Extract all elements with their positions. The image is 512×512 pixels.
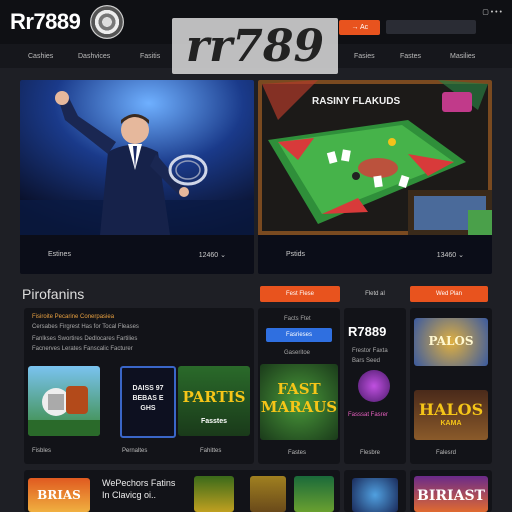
game-tile-12-text: BIRIAST (417, 488, 485, 504)
panel-right-line-3: Fasssat Fasrer (348, 412, 389, 418)
header-icon-group: ▢ • • • (482, 8, 502, 16)
panel-left-line-2: Cersabes Firgrest Has for Tocal Fleases (32, 324, 139, 330)
game-tile-3[interactable]: PARTIS Fasstes (178, 366, 250, 436)
bottom-panel-left: BRIAS WePechors Fatins In Clavicg oi.. (24, 470, 340, 512)
tab-1[interactable]: Fest Flese (260, 286, 340, 302)
hero-right-image: RASINY FLAKUDS (258, 80, 492, 235)
promo-panel-mid: Facts Ftet Fasrieses Gaseritoe FAST MARA… (258, 308, 340, 464)
header-icons-top[interactable]: ▢ • • • (482, 8, 502, 16)
game-tile-7[interactable]: BRIAS (28, 478, 90, 512)
nav-item-5[interactable]: Fasies (354, 53, 375, 60)
game-tile-1-art (28, 386, 100, 436)
promo-panel-left: Fisiroite Pecarine Conerpasiea Cersabes … (24, 308, 254, 464)
hero-left-caption: Estines (48, 251, 71, 258)
panel-right-line-2: Bars Seed (352, 358, 381, 364)
header-actions: → Ac ▢ • • • (339, 8, 502, 35)
hero-right-caption: Pstids (286, 251, 306, 258)
game-tile-6-text: HALOS (418, 400, 484, 419)
panel-left-line-3: Fanlkses Swortires Dedlocares Fartilies (32, 336, 138, 342)
game-tile-4[interactable]: FAST MARAUS (260, 364, 338, 440)
panel-left-label-2: Pernaltes (122, 448, 148, 454)
hero-left-caption-bar: Estines 12460 ⌄ (20, 235, 254, 274)
hero-right-number: 13460 (436, 251, 457, 259)
game-tile-5-text: PALOS (428, 334, 474, 348)
panel-left-line-1: Fisiroite Pecarine Conerpasiea (32, 314, 115, 320)
game-tile-3-sub: Fasstes (200, 418, 228, 425)
bottom-panel-mid (344, 470, 406, 512)
nav-item-1[interactable]: Cashies (28, 53, 53, 60)
game-tile-12[interactable]: BIRIAST (414, 476, 488, 512)
panel-mid-label: Fastes (288, 450, 307, 456)
game-tile-2[interactable]: DAISS 97 BEBAS E GHS (120, 366, 176, 438)
chevron-down-icon[interactable]: ⌄ (220, 252, 226, 259)
header-action-button[interactable]: → Ac (339, 20, 381, 35)
game-tile-2-text: DAISS 97 BEBAS E GHS (132, 385, 164, 412)
hero-left-number: 12460 (198, 251, 219, 259)
panel-right-line-1: Frestor Faxta (352, 348, 388, 354)
hero-right-value: 13460 ⌄ (437, 251, 464, 259)
nav-item-6[interactable]: Fastes (400, 53, 421, 60)
game-tile-6-sub: KAMA (440, 420, 462, 427)
hero-left-value: 12460 ⌄ (199, 251, 226, 259)
game-tile-5[interactable]: PALOS (414, 318, 488, 366)
panel-mid-line-1: Facts Ftet (284, 316, 311, 322)
panel-mid-line-2: Gaseritoe (284, 350, 311, 356)
game-tile-10[interactable] (294, 476, 334, 512)
bottom-title-2: In Clavicg oi.. (102, 490, 157, 500)
panel-left-label-1: Fisbles (32, 448, 52, 454)
chevron-down-icon[interactable]: ⌄ (458, 252, 464, 259)
promo-panel-right-2: PALOS HALOS KAMA Falesrd (410, 308, 492, 464)
panel-right-label: Flesbre (360, 450, 381, 456)
panel-left-label-3: Fahittes (200, 448, 222, 454)
game-tile-11[interactable] (352, 478, 398, 512)
hero-right-title: RASINY FLAKUDS (312, 96, 400, 107)
hero-card-right[interactable]: RASINY FLAKUDS Pstids 13460 ⌄ (258, 80, 492, 274)
game-tile-4-text: FAST MARAUS (260, 380, 338, 416)
game-tile-8[interactable] (194, 476, 234, 512)
game-badge-icon[interactable] (358, 370, 390, 402)
bottom-title-1: WePechors Fatins (102, 478, 176, 488)
nav-item-7[interactable]: Masilies (450, 53, 475, 60)
game-tile-6[interactable]: HALOS KAMA (414, 390, 488, 440)
tab-3[interactable]: Wed Plan (410, 286, 488, 302)
panel-right-2-label: Falesrd (436, 450, 457, 456)
promo-panel-right-1: R7889 Frestor Faxta Bars Seed Fasssat Fa… (344, 308, 406, 464)
hero-right-caption-bar: Pstids 13460 ⌄ (258, 235, 492, 274)
tab-2[interactable]: Fletd al (346, 286, 404, 302)
site-logo[interactable]: Rr7889 (10, 9, 81, 35)
game-tile-7-text: BRIAS (37, 488, 81, 502)
panel-mid-button[interactable]: Fasrieses (266, 328, 332, 342)
bottom-panel-right: BIRIAST (410, 470, 492, 512)
header-secondary-button[interactable] (386, 20, 477, 34)
logo-badge-icon (90, 5, 125, 39)
game-tile-3-text: PARTIS (182, 388, 246, 406)
watermark-title: rr789 (172, 18, 338, 74)
nav-item-2[interactable]: Dashvices (78, 53, 110, 60)
nav-item-3[interactable]: Fasitis (140, 53, 160, 60)
game-tile-9[interactable] (250, 476, 286, 512)
hero-card-left[interactable]: Estines 12460 ⌄ (20, 80, 254, 274)
panel-left-line-4: Facnerves Lerates Fanscalic Facturer (32, 346, 133, 352)
panel-right-logo: R7889 (348, 324, 387, 339)
hero-left-image (20, 80, 254, 235)
game-tile-1[interactable] (28, 366, 100, 436)
section-title: Pirofanins (22, 286, 85, 302)
